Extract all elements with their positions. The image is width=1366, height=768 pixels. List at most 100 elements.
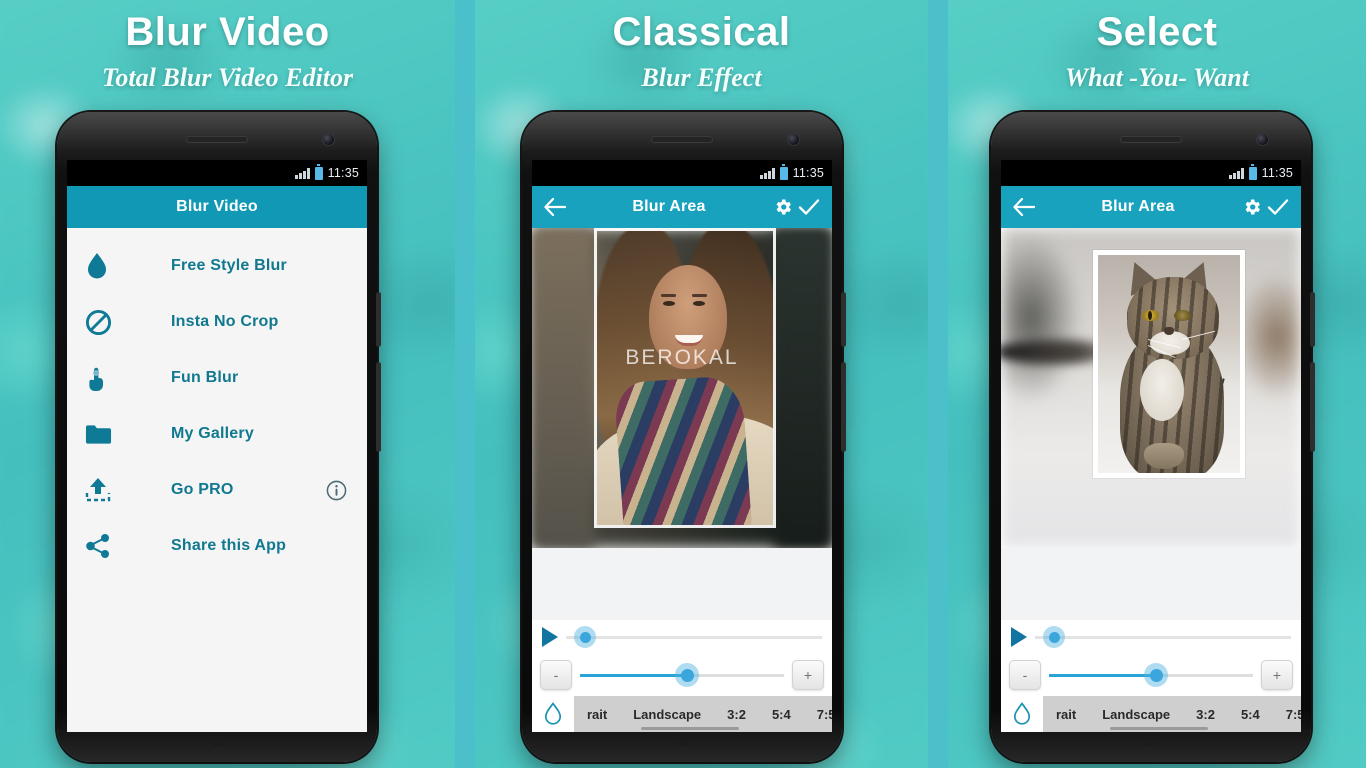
ratio-option[interactable]: 3:2	[714, 707, 759, 722]
phone-3-screen: 11:35 Blur Area - + rait Landscape 3:2 5…	[1001, 160, 1301, 732]
blur-editor: - + rait Landscape 3:2 5:4 7:5	[1001, 228, 1301, 732]
editor-spacer	[1001, 548, 1301, 620]
seek-track	[566, 635, 822, 639]
ratio-option[interactable]: rait	[574, 707, 620, 722]
water-drop-outline-icon[interactable]	[1001, 702, 1043, 726]
play-icon[interactable]	[1011, 627, 1027, 647]
ratio-option[interactable]: 5:4	[1228, 707, 1273, 722]
menu-item-insta-no-crop[interactable]: Insta No Crop	[67, 294, 367, 350]
sharp-selection-frame[interactable]	[594, 228, 776, 528]
phone-power-button[interactable]	[841, 362, 846, 452]
app-bar-title: Blur Area	[632, 198, 706, 215]
aspect-ratio-row: rait Landscape 3:2 5:4 7:5 16	[532, 696, 832, 732]
panel-2-heading-main: Classical	[612, 10, 791, 54]
water-drop-outline-icon[interactable]	[532, 702, 574, 726]
ratio-option[interactable]: rait	[1043, 707, 1089, 722]
promo-screenshot: Blur Video Total Blur Video Editor 11:35…	[0, 0, 1366, 768]
water-drop-icon	[85, 252, 127, 280]
seek-slider[interactable]	[566, 626, 822, 648]
phone-volume-button[interactable]	[1310, 292, 1315, 347]
no-crop-icon	[85, 309, 127, 336]
photo-canvas[interactable]: BEROKAL	[532, 228, 832, 548]
share-icon	[85, 533, 127, 559]
menu-item-my-gallery[interactable]: My Gallery	[67, 406, 367, 462]
earpiece-speaker	[1120, 136, 1182, 143]
menu-item-fun-blur[interactable]: Fun Blur	[67, 350, 367, 406]
blur-right-band	[774, 228, 832, 548]
cat-pupil-left	[1148, 311, 1152, 320]
panel-divider-2	[928, 0, 948, 768]
blur-slider-fill	[1049, 673, 1156, 677]
portrait-eye-right	[693, 301, 705, 306]
phone-mockup-1: 11:35 Blur Video Free Style Blur Insta N…	[57, 112, 381, 762]
phone-2-screen: 11:35 Blur Area BEROKAL - + rait Landsca…	[532, 160, 832, 732]
decrease-button[interactable]: -	[540, 660, 572, 690]
blur-strength-slider[interactable]	[1049, 663, 1253, 687]
status-time: 11:35	[792, 166, 824, 180]
blur-strength-row: - +	[1001, 654, 1301, 696]
signal-icon	[760, 167, 775, 179]
portrait-eye-left	[663, 301, 675, 306]
phone-power-button[interactable]	[376, 362, 381, 452]
back-arrow-icon[interactable]	[1011, 194, 1037, 220]
battery-icon	[779, 163, 788, 180]
front-camera-icon	[1256, 133, 1269, 146]
decrease-button[interactable]: -	[1009, 660, 1041, 690]
gear-icon[interactable]	[1239, 194, 1265, 220]
back-arrow-icon[interactable]	[542, 194, 568, 220]
panel-2-headings: Classical Blur Effect	[475, 0, 928, 91]
aspect-ratio-list[interactable]: rait Landscape 3:2 5:4 7:5 16	[574, 696, 832, 732]
blur-strength-slider[interactable]	[580, 663, 784, 687]
ratio-option[interactable]: Landscape	[1089, 707, 1183, 722]
info-icon[interactable]	[326, 480, 347, 501]
panel-divider-1	[455, 0, 475, 768]
sharp-selection-frame[interactable]	[1093, 250, 1245, 478]
phone-volume-button[interactable]	[376, 292, 381, 347]
increase-button[interactable]: +	[1261, 660, 1293, 690]
blur-left-band	[532, 228, 594, 548]
menu-item-share-this-app[interactable]: Share this App	[67, 518, 367, 574]
app-bar: Blur Video	[67, 186, 367, 228]
phone-volume-button[interactable]	[841, 292, 846, 347]
home-button[interactable]	[211, 738, 223, 746]
menu-item-free-style-blur[interactable]: Free Style Blur	[67, 238, 367, 294]
home-button[interactable]	[1145, 738, 1157, 746]
ratio-option[interactable]: 5:4	[759, 707, 804, 722]
touch-hand-icon	[85, 364, 127, 392]
play-icon[interactable]	[542, 627, 558, 647]
increase-button[interactable]: +	[792, 660, 824, 690]
signal-icon	[1229, 167, 1244, 179]
ratio-option[interactable]: 3:2	[1183, 707, 1228, 722]
ratio-scrollbar[interactable]	[1110, 727, 1209, 730]
panel-1-heading-sub: Total Blur Video Editor	[101, 63, 354, 92]
playback-row	[532, 620, 832, 654]
photo-canvas[interactable]	[1001, 228, 1301, 548]
seek-slider[interactable]	[1035, 626, 1291, 648]
check-icon[interactable]	[1265, 194, 1291, 220]
status-time: 11:35	[327, 166, 359, 180]
phone-mockup-3: 11:35 Blur Area - + rait Landscape 3:2 5…	[991, 112, 1315, 762]
gear-icon[interactable]	[770, 194, 796, 220]
status-bar: 11:35	[67, 160, 367, 186]
ratio-option[interactable]: 7:5	[1273, 707, 1301, 722]
blur-slider-thumb[interactable]	[675, 663, 700, 687]
ratio-option[interactable]: Landscape	[620, 707, 714, 722]
ratio-scrollbar[interactable]	[641, 727, 740, 730]
home-button[interactable]	[676, 738, 688, 746]
cat-paw	[1144, 443, 1184, 469]
check-icon[interactable]	[796, 194, 822, 220]
folder-icon	[85, 423, 127, 445]
aspect-ratio-list[interactable]: rait Landscape 3:2 5:4 7:5 16	[1043, 696, 1301, 732]
panel-3-heading-main: Select	[1096, 10, 1218, 54]
blur-slider-thumb[interactable]	[1144, 663, 1169, 687]
watermark-text: BEROKAL	[625, 346, 739, 369]
front-camera-icon	[322, 133, 335, 146]
phone-mockup-2: 11:35 Blur Area BEROKAL - + rait Landsca…	[522, 112, 846, 762]
ratio-option[interactable]: 7:5	[804, 707, 832, 722]
menu-item-go-pro[interactable]: Go PRO	[67, 462, 367, 518]
phone-power-button[interactable]	[1310, 362, 1315, 452]
seek-thumb[interactable]	[1043, 626, 1065, 648]
app-bar: Blur Area	[1001, 186, 1301, 228]
seek-thumb[interactable]	[574, 626, 596, 648]
cat-eye-right	[1174, 310, 1191, 321]
